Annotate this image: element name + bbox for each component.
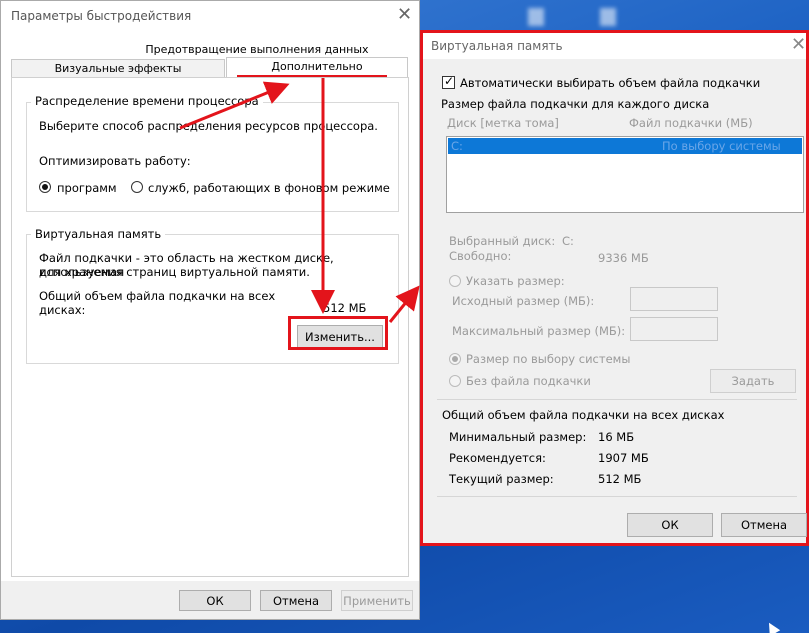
- no-paging-label[interactable]: Без файла подкачки: [466, 374, 591, 388]
- auto-manage-checkbox[interactable]: [442, 74, 455, 89]
- custom-size-radio[interactable]: [449, 275, 461, 287]
- cancel-button[interactable]: Отмена: [721, 513, 807, 537]
- column-header-paging-file: Файл подкачки (МБ): [629, 116, 753, 130]
- desktop-icon-blurred[interactable]: [600, 8, 616, 26]
- auto-manage-label[interactable]: Автоматически выбирать объем файла подка…: [460, 76, 760, 90]
- list-item[interactable]: C: По выбору системы: [448, 138, 802, 154]
- close-icon[interactable]: ✕: [791, 34, 806, 55]
- background-services-radio[interactable]: [131, 181, 143, 193]
- drive-paging-size: По выбору системы: [662, 139, 781, 153]
- system-managed-radio[interactable]: [449, 353, 461, 365]
- separator: [437, 496, 797, 497]
- selected-drive-value: C:: [562, 234, 574, 248]
- recommended-value: 1907 МБ: [598, 451, 649, 465]
- max-size-label: Максимальный размер (МБ):: [452, 324, 626, 338]
- system-managed-label[interactable]: Размер по выбору системы: [466, 352, 630, 366]
- desktop-icon-blurred[interactable]: [528, 8, 544, 26]
- window-title: Параметры быстродействия: [11, 9, 192, 23]
- recommended-label: Рекомендуется:: [449, 451, 546, 465]
- total-paging-label-line2: дисках:: [39, 303, 86, 317]
- min-size-value: 16 МБ: [598, 430, 635, 444]
- ok-button[interactable]: ОК: [627, 513, 713, 537]
- optimize-label: Оптимизировать работу:: [39, 154, 191, 168]
- ok-button[interactable]: ОК: [179, 590, 251, 611]
- current-size-label: Текущий размер:: [449, 472, 554, 486]
- custom-size-label[interactable]: Указать размер:: [466, 274, 565, 288]
- mouse-cursor-icon: [763, 619, 781, 633]
- cpu-group-title: Распределение времени процессора: [31, 94, 263, 108]
- total-paging-label-line1: Общий объем файла подкачки на всех: [39, 289, 276, 303]
- vm-group-title: Виртуальная память: [31, 227, 166, 241]
- selected-drive-label: Выбранный диск:: [449, 234, 556, 248]
- free-space-value: 9336 МБ: [598, 251, 649, 265]
- apply-button[interactable]: Применить: [341, 590, 413, 611]
- separator: [437, 399, 797, 400]
- virtual-memory-dialog: Виртуальная память ✕ Автоматически выбир…: [420, 30, 809, 546]
- background-services-radio-label[interactable]: служб, работающих в фоновом режиме: [148, 181, 390, 195]
- dialog-title: Виртуальная память: [431, 39, 563, 53]
- drive-letter: C:: [451, 139, 463, 153]
- programs-radio-label[interactable]: программ: [57, 181, 117, 195]
- min-size-label: Минимальный размер:: [449, 430, 587, 444]
- set-button[interactable]: Задать: [710, 369, 796, 393]
- programs-radio[interactable]: [39, 181, 51, 193]
- drive-list[interactable]: C: По выбору системы: [446, 136, 804, 213]
- cancel-button[interactable]: Отмена: [260, 590, 332, 611]
- initial-size-label: Исходный размер (МБ):: [452, 294, 595, 308]
- vm-description-line2: для хранения страниц виртуальной памяти.: [39, 265, 310, 279]
- current-size-value: 512 МБ: [598, 472, 642, 486]
- initial-size-field[interactable]: [630, 287, 718, 311]
- totals-group-title: Общий объем файла подкачки на всех диска…: [442, 408, 725, 422]
- total-paging-value: 512 МБ: [323, 301, 367, 315]
- performance-options-window: Параметры быстродействия ✕ Предотвращени…: [0, 0, 420, 620]
- cpu-description: Выберите способ распределения ресурсов п…: [39, 119, 378, 133]
- max-size-field[interactable]: [630, 317, 718, 341]
- free-space-label: Свободно:: [449, 249, 512, 263]
- column-header-drive: Диск [метка тома]: [447, 116, 559, 130]
- close-icon[interactable]: ✕: [397, 4, 412, 25]
- tab-visual-effects[interactable]: Визуальные эффекты: [11, 59, 225, 78]
- no-paging-radio[interactable]: [449, 375, 461, 387]
- annotation-highlight-box: [288, 316, 388, 350]
- per-drive-group-title: Размер файла подкачки для каждого диска: [441, 97, 710, 111]
- tab-advanced[interactable]: Дополнительно: [226, 57, 408, 77]
